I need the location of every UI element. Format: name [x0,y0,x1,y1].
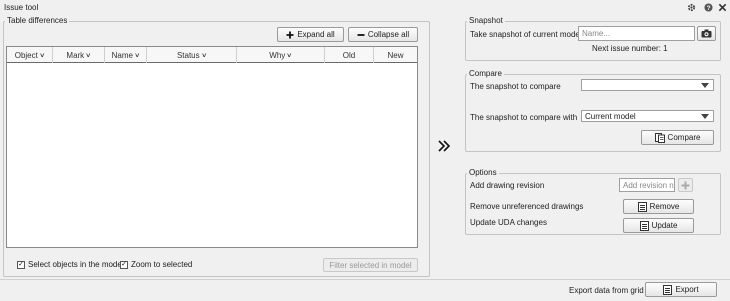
snapshot-name-placeholder: Name... [582,29,611,38]
export-data-label: Export data from grid [569,286,644,295]
revision-input[interactable]: Add revision n [619,178,675,192]
expand-all-label: Expand all [297,30,335,39]
column-label: Old [342,50,356,60]
select-objects-checkbox[interactable]: ✓ [17,260,25,269]
column-label: Why [269,50,286,60]
table-header: Object ∨ Mark ∨ Name ∨ Status ∨ Why ∨ Old New [7,47,417,63]
footer-divider [0,279,730,280]
column-header-status[interactable]: Status ∨ [147,47,237,63]
next-issue-number: Next issue number: 1 [592,44,668,53]
expand-all-button[interactable]: Expand all [277,27,344,42]
camera-button[interactable] [697,26,716,41]
chevron-down-icon[interactable]: ∨ [201,52,207,59]
column-header-name[interactable]: Name ∨ [105,47,147,63]
column-label: Object [14,50,38,60]
snapshot-to-compare-label: The snapshot to compare [470,82,561,91]
add-revision-button[interactable] [678,178,693,192]
collapse-all-button[interactable]: Collapse all [348,27,418,42]
differences-table[interactable]: Object ∨ Mark ∨ Name ∨ Status ∨ Why ∨ Old New [6,46,418,248]
help-icon[interactable]: ? [703,2,713,12]
snapshot-to-compare-select[interactable] [581,79,714,91]
column-label: New [387,50,404,60]
update-button-label: Update [651,221,678,230]
export-button[interactable]: Export [645,282,717,297]
document-icon [663,284,673,295]
compare-group-label: Compare [467,69,504,78]
close-icon[interactable] [717,2,727,12]
compare-with-select[interactable]: Current model [581,110,714,122]
collapse-all-label: Collapse all [367,30,410,39]
double-chevron-right-icon[interactable] [437,139,451,153]
snapshot-group-label: Snapshot [467,16,505,25]
chevron-down-icon [701,114,709,119]
remove-button-label: Remove [649,202,680,211]
zoom-to-selected-checkbox[interactable]: ✓ [120,260,128,269]
chevron-down-icon [701,83,709,88]
chevron-down-icon[interactable]: ∨ [85,52,91,59]
update-button[interactable]: Update [623,218,694,233]
gear-icon[interactable] [686,2,696,12]
plus-icon [286,31,294,38]
chevron-down-icon[interactable]: ∨ [134,52,140,59]
remove-unreferenced-label: Remove unreferenced drawings [470,202,584,211]
add-revision-label: Add drawing revision [470,181,545,190]
remove-button[interactable]: Remove [623,199,694,214]
column-header-old[interactable]: Old [325,47,374,63]
column-label: Name [111,50,133,60]
take-snapshot-label: Take snapshot of current model [470,30,582,39]
svg-text:?: ? [706,4,710,11]
chevron-down-icon[interactable]: ∨ [286,52,292,59]
update-uda-label: Update UDA changes [470,218,547,227]
export-button-label: Export [675,285,699,294]
camera-icon [701,29,712,38]
title-bar: Issue tool ? [0,0,730,14]
minus-icon [357,33,365,36]
snapshot-name-input[interactable]: Name... [578,26,695,41]
compare-button-label: Compare [667,133,701,142]
revision-placeholder: Add revision n [623,180,674,190]
compare-with-value: Current model [585,111,636,121]
select-objects-label: Select objects in the model [28,260,124,269]
document-icon [639,220,649,231]
window-title: Issue tool [4,3,39,12]
compare-button[interactable]: Compare [641,130,714,145]
column-header-new[interactable]: New [374,47,417,63]
chevron-down-icon[interactable]: ∨ [39,52,45,59]
plus-icon [681,181,690,189]
zoom-to-selected-label: Zoom to selected [131,260,193,269]
column-header-why[interactable]: Why ∨ [237,47,325,63]
filter-selected-label: Filter selected in model [329,260,412,270]
filter-selected-button[interactable]: Filter selected in model [323,258,418,272]
document-icon [637,201,647,212]
table-differences-label: Table differences [5,16,70,25]
zoom-to-selected-option[interactable]: ✓ Zoom to selected [120,260,192,269]
compare-icon [654,132,665,143]
compare-with-label: The snapshot to compare with [470,113,578,122]
column-header-mark[interactable]: Mark ∨ [53,47,105,63]
select-objects-option[interactable]: ✓ Select objects in the model [17,260,124,269]
column-label: Mark [66,50,85,60]
column-header-object[interactable]: Object ∨ [7,47,53,63]
column-label: Status [176,50,200,60]
options-group-label: Options [467,168,499,177]
